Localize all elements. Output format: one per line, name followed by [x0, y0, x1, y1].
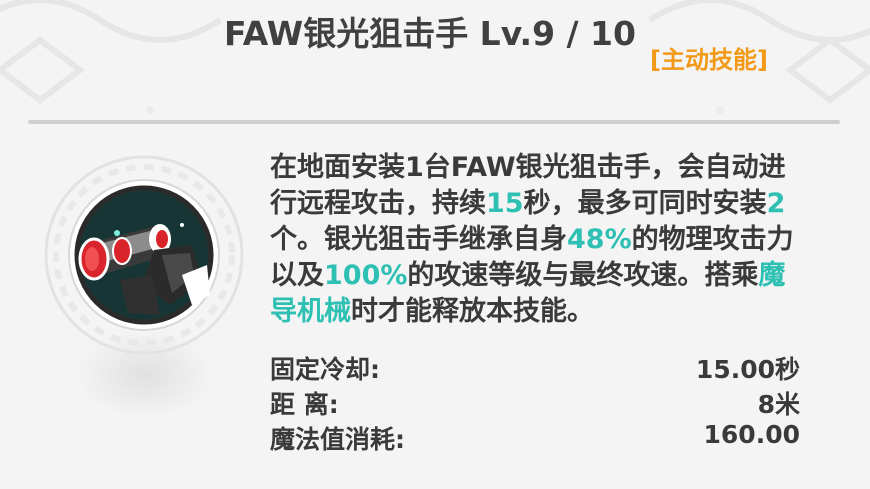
mp-cost-value: 160.00	[703, 420, 800, 449]
stat-row-cooldown: 固定冷却: 15.00秒	[270, 350, 800, 384]
description-text: 秒，最多可同时安装	[523, 188, 767, 219]
description-highlight: 2	[766, 188, 786, 219]
description-highlight: 15	[486, 188, 524, 219]
cooldown-value: 15.00秒	[695, 355, 800, 384]
description-text: 时才能释放本技能。	[351, 296, 594, 327]
description-highlight: 100%	[324, 260, 408, 291]
description-text: 的攻速等级与最终攻速。搭乘	[407, 260, 759, 291]
skill-description: 在地面安装1台FAW银光狙击手，会自动进行远程攻击，持续15秒，最多可同时安装2…	[270, 150, 810, 330]
stat-row-range: 距 离: 8米	[270, 385, 800, 419]
range-label: 距 离:	[270, 390, 339, 419]
header-divider	[28, 120, 840, 124]
description-highlight: 48%	[567, 224, 632, 255]
mp-cost-label: 魔法值消耗:	[270, 425, 405, 454]
skill-title: FAW银光狙击手 Lv.9 / 10	[223, 14, 636, 53]
skill-icon-frame	[42, 155, 247, 360]
cooldown-label: 固定冷却:	[270, 355, 380, 384]
range-value: 8米	[757, 390, 800, 419]
stat-row-mp-cost: 魔法值消耗: 160.00	[270, 420, 800, 454]
description-text: 个。银光狙击手继承自身	[270, 224, 567, 255]
skill-type-tag: [主动技能]	[650, 46, 768, 74]
